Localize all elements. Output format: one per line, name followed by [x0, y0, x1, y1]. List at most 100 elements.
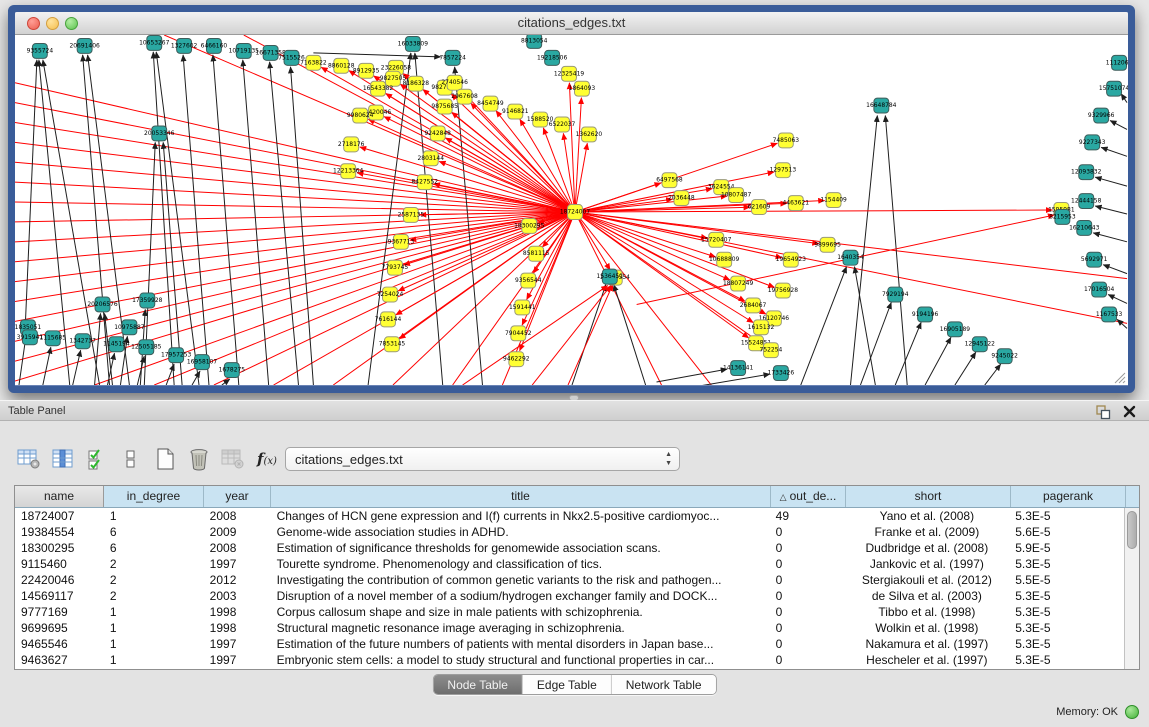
cell-pagerank[interactable]: 5.3E-5: [1009, 604, 1124, 620]
network-node[interactable]: 2718176: [338, 137, 365, 152]
network-node[interactable]: 1591441: [509, 300, 536, 315]
network-node[interactable]: 9245022: [991, 349, 1018, 364]
network-node[interactable]: 10653267: [139, 35, 170, 50]
cell-in-degree[interactable]: 1: [104, 508, 204, 524]
network-node[interactable]: 9875685: [431, 99, 458, 114]
cell-short[interactable]: Yano et al. (2008): [845, 508, 1010, 524]
network-node[interactable]: 9462292: [503, 352, 530, 367]
cell-out-degree[interactable]: 49: [770, 508, 845, 524]
network-edge[interactable]: [270, 62, 299, 385]
network-edge[interactable]: [572, 285, 606, 385]
network-node[interactable]: 12505185: [131, 340, 162, 355]
table-row[interactable]: 1456911722003Disruption of a novel membe…: [15, 588, 1124, 604]
cell-out-degree[interactable]: 0: [770, 572, 845, 588]
table-row[interactable]: 969969511998Structural magnetic resonanc…: [15, 620, 1124, 636]
network-node[interactable]: 2803144: [417, 151, 444, 166]
network-node[interactable]: 7904452: [505, 326, 532, 341]
network-node[interactable]: 9194196: [912, 307, 939, 322]
network-edge[interactable]: [532, 286, 611, 385]
network-node[interactable]: 16033809: [398, 36, 429, 51]
cell-in-degree[interactable]: 1: [104, 620, 204, 636]
cell-pagerank[interactable]: 5.3E-5: [1009, 636, 1124, 652]
column-header-year[interactable]: year: [204, 486, 271, 507]
cell-year[interactable]: 2012: [204, 572, 271, 588]
network-node[interactable]: 9899695: [814, 237, 841, 252]
network-edge[interactable]: [1110, 121, 1127, 130]
network-node[interactable]: 6466160: [201, 38, 228, 53]
network-edge[interactable]: [575, 212, 1127, 279]
network-edge[interactable]: [222, 379, 230, 385]
table-row[interactable]: 946362711997Embryonic stem cells: a mode…: [15, 652, 1124, 668]
table-row[interactable]: 911546021997Tourette syndrome. Phenomeno…: [15, 556, 1124, 572]
network-edge[interactable]: [213, 55, 239, 385]
network-node[interactable]: 18807249: [723, 276, 754, 291]
cell-out-degree[interactable]: 0: [770, 540, 845, 556]
network-node[interactable]: 12325419: [554, 66, 585, 81]
cell-out-degree[interactable]: 0: [770, 524, 845, 540]
resize-grip-icon[interactable]: [1112, 370, 1126, 384]
network-canvas[interactable]: 1872400718300295716382288601288912935232…: [15, 35, 1128, 385]
network-edge[interactable]: [1108, 295, 1127, 304]
network-edge[interactable]: [860, 302, 891, 385]
network-edge[interactable]: [1095, 206, 1127, 214]
network-edge[interactable]: [73, 350, 81, 385]
column-header-name[interactable]: name: [15, 486, 104, 507]
cell-in-degree[interactable]: 1: [104, 636, 204, 652]
cell-year[interactable]: 1997: [204, 556, 271, 572]
cell-short[interactable]: Dudbridge et al. (2008): [845, 540, 1010, 556]
cell-in-degree[interactable]: 1: [104, 652, 204, 668]
delete-table-icon[interactable]: [218, 445, 248, 473]
network-node[interactable]: 1342737: [69, 334, 96, 349]
column-header-short[interactable]: short: [846, 486, 1011, 507]
network-node[interactable]: 1640354: [837, 250, 864, 265]
cell-title[interactable]: Tourette syndrome. Phenomenology and cla…: [271, 556, 770, 572]
network-node[interactable]: 20691406: [69, 38, 100, 53]
network-node[interactable]: 4463621: [783, 196, 810, 211]
tab-node-table[interactable]: Node Table: [433, 675, 523, 694]
network-node[interactable]: 1297513: [770, 163, 797, 178]
network-edge[interactable]: [15, 212, 575, 361]
column-header-title[interactable]: title: [271, 486, 771, 507]
network-node[interactable]: 19654923: [776, 252, 807, 267]
network-edge[interactable]: [985, 364, 1001, 385]
network-edge[interactable]: [166, 364, 174, 385]
network-node[interactable]: 8427552: [412, 175, 439, 190]
cell-title[interactable]: Disruption of a novel member of a sodium…: [271, 588, 770, 604]
network-edge[interactable]: [15, 212, 575, 341]
cell-pagerank[interactable]: 5.3E-5: [1009, 508, 1124, 524]
network-node[interactable]: 20206576: [87, 297, 118, 312]
network-edge[interactable]: [445, 138, 574, 212]
network-node[interactable]: 6497568: [656, 173, 683, 188]
network-edge[interactable]: [1121, 94, 1127, 103]
network-edge[interactable]: [614, 285, 646, 385]
network-edge[interactable]: [575, 212, 716, 257]
cell-title[interactable]: Investigating the contribution of common…: [271, 572, 770, 588]
network-edge[interactable]: [657, 369, 728, 382]
memory-status-orb[interactable]: [1125, 705, 1139, 719]
network-edge[interactable]: [568, 285, 613, 385]
cell-in-degree[interactable]: 6: [104, 540, 204, 556]
cell-in-degree[interactable]: 2: [104, 572, 204, 588]
table-row[interactable]: 1872400712008Changes of HCN gene express…: [15, 508, 1124, 524]
table-row[interactable]: 1938455462009Genome-wide association stu…: [15, 524, 1124, 540]
cell-name[interactable]: 9699695: [15, 620, 104, 636]
cell-year[interactable]: 2009: [204, 524, 271, 540]
cell-pagerank[interactable]: 5.3E-5: [1009, 588, 1124, 604]
cell-year[interactable]: 2008: [204, 540, 271, 556]
cell-out-degree[interactable]: 0: [770, 620, 845, 636]
network-node[interactable]: 1112068: [1106, 55, 1128, 70]
table-row[interactable]: 1830029562008Estimation of significance …: [15, 540, 1124, 556]
cell-year[interactable]: 1997: [204, 636, 271, 652]
network-node[interactable]: 10688809: [709, 252, 740, 267]
cell-title[interactable]: Estimation of significance thresholds fo…: [271, 540, 770, 556]
network-edge[interactable]: [25, 60, 37, 333]
network-node[interactable]: 10975887: [114, 320, 145, 335]
cell-short[interactable]: Nakamura et al. (1997): [845, 636, 1010, 652]
network-edge[interactable]: [455, 67, 483, 385]
network-node[interactable]: 12945122: [965, 337, 996, 352]
cell-title[interactable]: Structural magnetic resonance image aver…: [271, 620, 770, 636]
row-height-icon[interactable]: [116, 445, 146, 473]
network-node[interactable]: 8454749: [477, 96, 504, 111]
cell-year[interactable]: 2003: [204, 588, 271, 604]
tab-network-table[interactable]: Network Table: [612, 675, 716, 694]
